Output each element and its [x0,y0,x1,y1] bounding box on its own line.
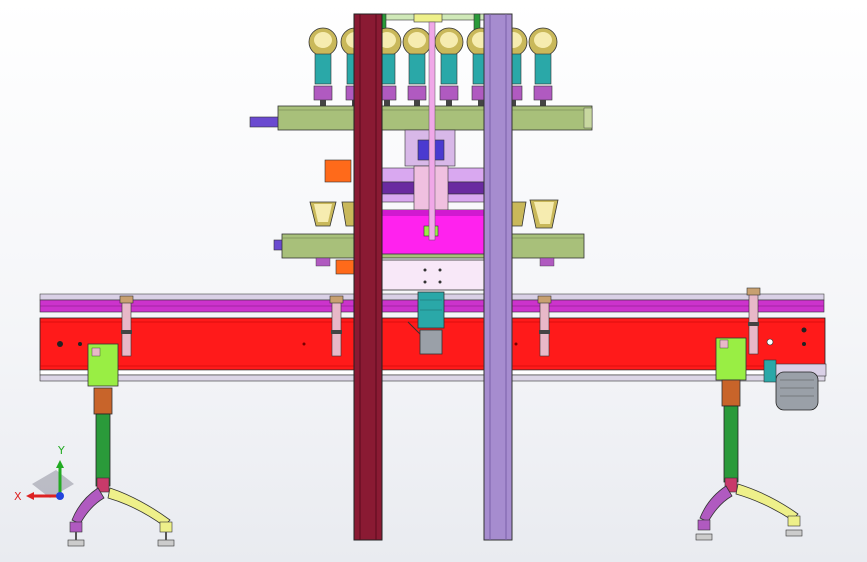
conveyor-bottom-strip [39,369,826,382]
column-left [353,13,383,541]
x-axis-label: X [14,490,22,503]
upper-bracket-bar [249,105,593,131]
z-axis-marker [56,492,64,500]
triad-plane [32,470,74,498]
cad-viewport[interactable]: Y X [0,0,867,562]
assembly-model[interactable] [0,0,867,562]
center-rod [428,21,436,241]
y-axis-label: Y [57,444,65,457]
axis-triad: Y X [12,440,82,510]
column-right [483,13,513,541]
